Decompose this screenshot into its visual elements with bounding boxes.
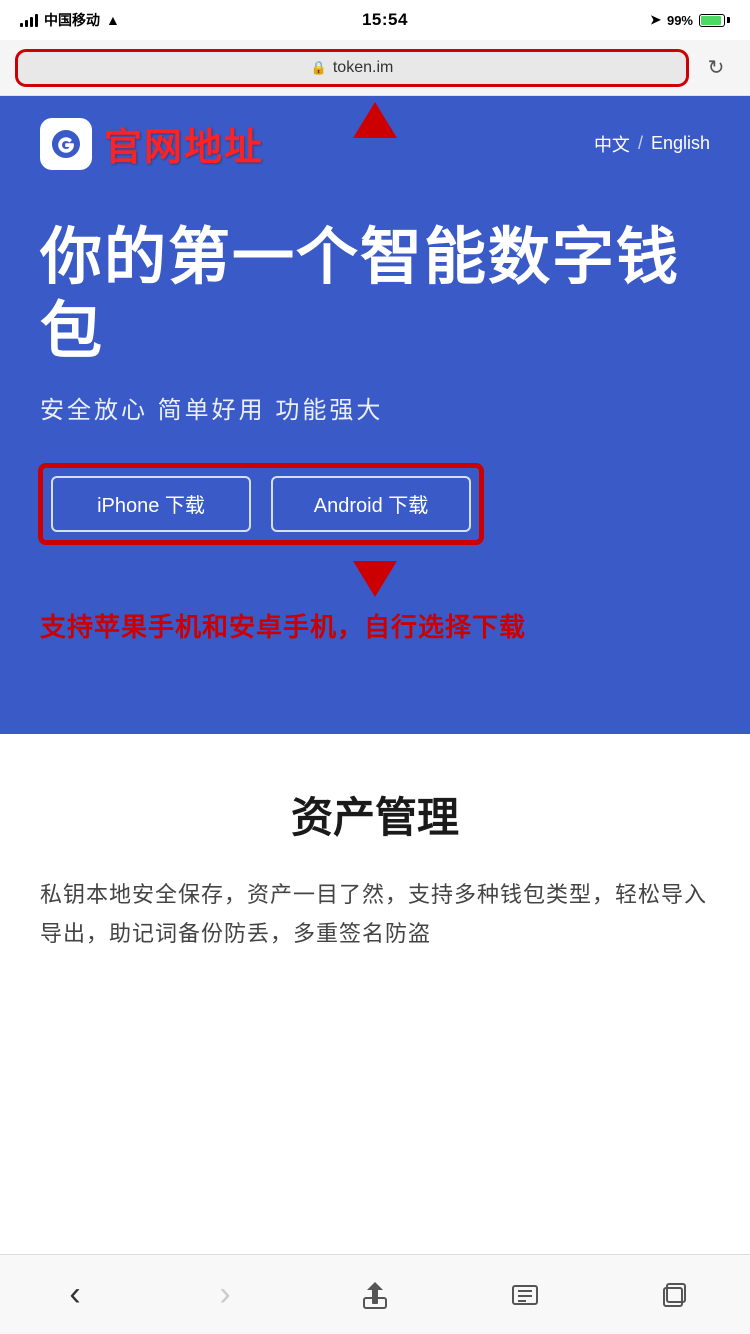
section-title: 资产管理 [40,784,710,845]
logo-text: 官网地址 [104,116,264,171]
logo-icon [40,118,92,170]
gps-icon: ➤ [650,12,661,28]
clock: 15:54 [362,10,408,30]
arrow-up-annotation [40,96,710,106]
browser-bar: 🔒 token.im ↻ [0,40,750,96]
battery-icon [699,14,730,27]
url-bar[interactable]: 🔒 token.im [16,50,688,86]
arrow-down-wrapper [40,561,710,597]
refresh-button[interactable]: ↻ [698,50,734,86]
lang-en-button[interactable]: English [651,133,710,154]
iphone-download-button[interactable]: iPhone 下载 [51,476,251,532]
hero-subtitle: 安全放心 简单好用 功能强大 [40,390,710,425]
bottom-nav: ‹ › [0,1254,750,1334]
wifi-icon: ▲ [106,12,120,28]
download-buttons: iPhone 下载 Android 下载 [51,476,471,532]
lang-divider: / [638,133,643,154]
share-button[interactable] [350,1270,400,1320]
arrow-down-icon [353,561,397,597]
lock-icon: 🔒 [311,60,327,76]
forward-button[interactable]: › [200,1270,250,1320]
status-bar: 中国移动 ▲ 15:54 ➤ 99% [0,0,750,40]
section-body: 私钥本地安全保存，资产一目了然，支持多种钱包类型，轻松导入导出，助记词备份防丢，… [40,875,710,954]
status-left: 中国移动 ▲ [20,10,120,30]
carrier-label: 中国移动 [44,10,100,30]
battery-percent: 99% [667,13,693,28]
url-text: token.im [333,59,393,77]
logo-area: 官网地址 [40,116,264,171]
tabs-button[interactable] [650,1270,700,1320]
status-right: ➤ 99% [650,12,730,28]
annotation-text: 支持苹果手机和安卓手机，自行选择下载 [40,597,710,664]
arrow-up-icon [353,102,397,138]
lang-cn-button[interactable]: 中文 [594,131,630,157]
signal-icon [20,13,38,27]
hero-section: 你的第一个智能数字钱包 安全放心 简单好用 功能强大 iPhone 下载 And… [40,191,710,694]
android-download-button[interactable]: Android 下载 [271,476,471,532]
bookmarks-button[interactable] [500,1270,550,1320]
download-buttons-wrapper: iPhone 下载 Android 下载 [40,465,482,543]
main-blue-section: 官网地址 中文 / English 你的第一个智能数字钱包 安全放心 简单好用 … [0,96,750,734]
back-button[interactable]: ‹ [50,1270,100,1320]
white-section: 资产管理 私钥本地安全保存，资产一目了然，支持多种钱包类型，轻松导入导出，助记词… [0,734,750,984]
lang-switcher[interactable]: 中文 / English [594,131,710,157]
hero-title: 你的第一个智能数字钱包 [40,221,710,370]
